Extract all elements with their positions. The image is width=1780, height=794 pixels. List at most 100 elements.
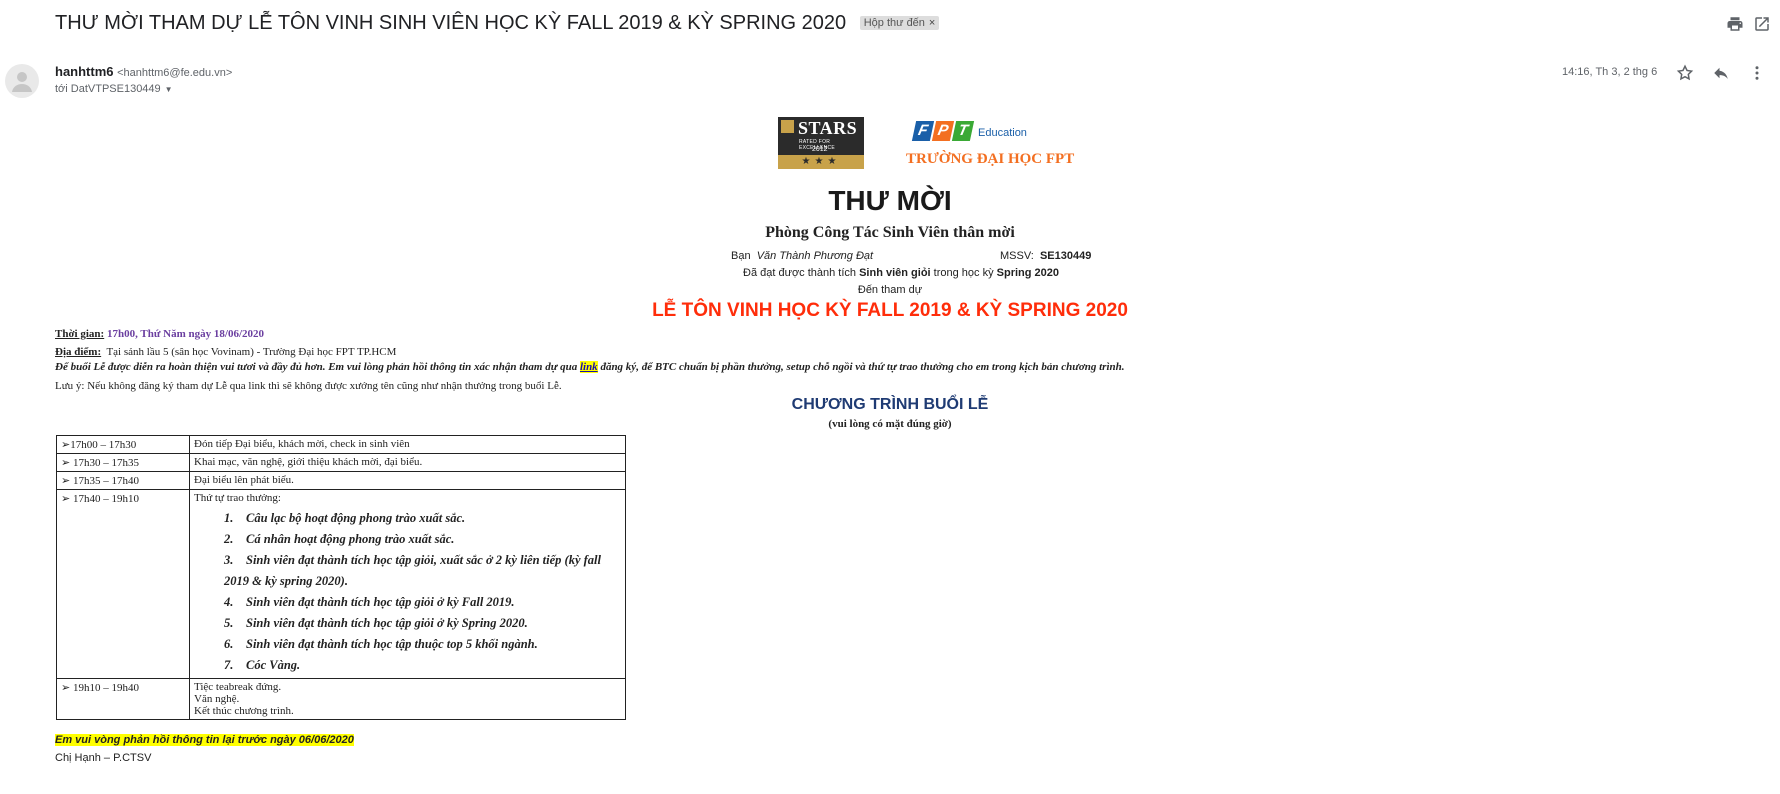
list-item: 2. Cá nhân hoạt động phong trào xuất sắc.	[224, 529, 621, 550]
schedule-table: ➢17h00 – 17h30 Đón tiếp Đại biểu, khách …	[56, 435, 626, 720]
note-line: Lưu ý: Nếu không đăng ký tham dự Lễ qua …	[55, 380, 562, 392]
reply-icon[interactable]	[1711, 63, 1731, 83]
student-line: Bạn Văn Thành Phương Đạt	[731, 250, 873, 262]
inbox-label-text: Hộp thư đến	[863, 17, 925, 29]
request-line: Để buổi Lễ được diễn ra hoàn thiện vui t…	[55, 361, 1125, 373]
award-text: Sinh viên đạt thành tích học tập giỏi ở …	[246, 616, 528, 630]
print-icon[interactable]	[1725, 14, 1745, 34]
stars-logo-text: STARS	[798, 118, 858, 138]
program-title: CHƯƠNG TRÌNH BUỔI LỄ	[791, 396, 989, 413]
stars-tag-icon	[781, 120, 794, 133]
fpt-education-text: Education	[978, 127, 1027, 139]
stars-logo-sub: RATED FOR EXCELLENCE	[799, 139, 836, 151]
award-text: Cá nhân hoạt động phong trào xuất sắc.	[246, 532, 455, 546]
sender-name[interactable]: hanhttm6	[55, 64, 114, 79]
award-text: Sinh viên đạt thành tích học tập thuộc t…	[246, 637, 538, 651]
term-value: Spring 2020	[996, 267, 1060, 279]
mssv-value: SE130449	[1039, 250, 1092, 262]
subject-text: THƯ MỜI THAM DỰ LỄ TÔN VINH SINH VIÊN HỌ…	[55, 12, 847, 34]
recipient-text: tới DatVTPSE130449	[55, 83, 161, 95]
mssv-label: MSSV:	[1000, 250, 1034, 262]
request-before: Để buổi Lễ được diễn ra hoàn thiện vui t…	[55, 361, 578, 373]
table-row: ➢ 17h30 – 17h35 Khai mạc, văn nghệ, giới…	[56, 453, 626, 472]
open-new-window-icon[interactable]	[1752, 14, 1772, 34]
time-label: Thời gian:	[55, 328, 105, 340]
table-row: ➢ 19h10 – 19h40 Tiệc teabreak đứng. Văn …	[56, 678, 626, 720]
activity-line: Tiệc teabreak đứng.	[194, 681, 282, 693]
achievement-value: Sinh viên giỏi	[859, 267, 931, 279]
award-number: 2.	[224, 532, 234, 546]
list-item: 3. Sinh viên đạt thành tích học tập giỏi,…	[224, 550, 621, 592]
student-name: Văn Thành Phương Đạt	[756, 250, 874, 262]
list-item: 4. Sinh viên đạt thành tích học tập giỏi …	[224, 592, 621, 613]
fpt-education-logo: FPT Education TRƯỜNG ĐẠI HỌC FPT	[906, 117, 1074, 171]
fpt-wordmark: FPT	[911, 121, 975, 143]
schedule-activity: Khai mạc, văn nghệ, giới thiệu khách mời…	[189, 453, 626, 472]
more-vert-icon[interactable]	[1747, 63, 1767, 83]
schedule-time: ➢ 17h30 – 17h35	[56, 453, 190, 472]
time-value: 17h00, Thứ Năm ngày 18/06/2020	[106, 328, 265, 340]
place-line: Địa điểm: Tại sảnh lầu 5 (sân học Vovina…	[55, 346, 396, 358]
award-text: Sinh viên đạt thành tích học tập giỏi ở …	[246, 595, 515, 609]
remove-label-icon[interactable]: ×	[929, 17, 935, 29]
register-link[interactable]: link	[579, 361, 598, 373]
achievement-line: Đã đạt được thành tích Sinh viên giỏi tr…	[743, 267, 1059, 279]
event-title: LỄ TÔN VINH HỌC KỲ FALL 2019 & KỲ SPRING…	[652, 300, 1128, 321]
schedule-time: ➢ 17h35 – 17h40	[56, 471, 190, 490]
sender-email: <hanhttm6@fe.edu.vn>	[117, 67, 233, 79]
awards-heading: Thứ tự trao thưởng:	[194, 492, 281, 504]
award-number: 7.	[224, 658, 234, 672]
achievement-prefix: Đã đạt được thành tích	[743, 267, 857, 279]
ban-label: Bạn	[731, 250, 751, 262]
schedule-time: ➢ 17h40 – 19h10	[56, 489, 190, 679]
schedule-activity: Đại biểu lên phát biểu.	[189, 471, 626, 490]
list-item: 5. Sinh viên đạt thành tích học tập giỏi …	[224, 613, 621, 634]
sender: hanhttm6 <hanhttm6@fe.edu.vn>	[55, 64, 232, 79]
award-number: 4.	[224, 595, 234, 609]
stars-logo-year: 2012	[812, 146, 828, 153]
time-line: Thời gian: 17h00, Thứ Năm ngày 18/06/202…	[55, 328, 264, 340]
table-row: ➢ 17h35 – 17h40 Đại biểu lên phát biểu.	[56, 471, 626, 490]
dropdown-caret-icon[interactable]: ▼	[165, 85, 173, 94]
fpt-university-name: TRƯỜNG ĐẠI HỌC FPT	[906, 151, 1075, 167]
award-number: 6.	[224, 637, 234, 651]
schedule-time: ➢ 19h10 – 19h40	[56, 678, 190, 720]
inbox-label-chip[interactable]: Hộp thư đến ×	[859, 16, 940, 30]
program-subtitle: (vui lòng có mặt đúng giờ)	[828, 418, 952, 430]
email-subject: THƯ MỜI THAM DỰ LỄ TÔN VINH SINH VIÊN HỌ…	[55, 12, 940, 35]
avatar-icon[interactable]	[5, 64, 39, 98]
signature: Chị Hạnh – P.CTSV	[55, 752, 152, 764]
award-number: 1.	[224, 511, 234, 525]
activity-line: Kết thúc chương trình.	[194, 705, 294, 717]
place-label: Địa điểm:	[55, 346, 102, 358]
mssv-line: MSSV: SE130449	[1000, 250, 1091, 262]
schedule-activity: Đón tiếp Đại biểu, khách mời, check in s…	[189, 435, 626, 454]
schedule-activity: Thứ tự trao thưởng: 1. Câu lạc bộ hoạt độ…	[189, 489, 626, 679]
schedule-time: ➢17h00 – 17h30	[56, 435, 190, 454]
email-timestamp: 14:16, Th 3, 2 thg 6	[1562, 66, 1658, 78]
table-row: ➢ 17h40 – 19h10 Thứ tự trao thưởng: 1. Câ…	[56, 489, 626, 679]
awards-list: 1. Câu lạc bộ hoạt động phong trào xuất s…	[224, 508, 621, 676]
stars-logo: STARS RATED FOR EXCELLENCE 2012 ★★★	[778, 117, 864, 169]
award-text: Cóc Vàng.	[246, 658, 301, 672]
fpt-letter-f: F	[911, 121, 935, 141]
table-row: ➢17h00 – 17h30 Đón tiếp Đại biểu, khách …	[56, 435, 626, 454]
list-item: 7. Cóc Vàng.	[224, 655, 621, 676]
term-prefix: trong học kỳ	[933, 267, 994, 279]
star-icon[interactable]	[1675, 63, 1695, 83]
fpt-letter-t: T	[951, 121, 975, 141]
place-value: Tại sảnh lầu 5 (sân học Vovinam) - Trườn…	[106, 346, 397, 358]
org-line: Phòng Công Tác Sinh Viên thân mời	[765, 224, 1015, 241]
stars-rating: ★★★	[778, 155, 864, 169]
award-text: Sinh viên đạt thành tích học tập giỏi, x…	[224, 553, 601, 588]
fpt-letter-p: P	[931, 121, 955, 141]
deadline-note: Em vui vòng phản hồi thông tin lại trước…	[55, 734, 354, 746]
request-after: đăng ký, để BTC chuẩn bị phần thưởng, se…	[600, 361, 1125, 373]
recipient[interactable]: tới DatVTPSE130449 ▼	[55, 83, 173, 95]
schedule-activity: Tiệc teabreak đứng. Văn nghệ. Kết thúc c…	[189, 678, 626, 720]
attend-line: Đến tham dự	[857, 284, 923, 296]
list-item: 1. Câu lạc bộ hoạt động phong trào xuất s…	[224, 508, 621, 529]
award-number: 3.	[224, 553, 234, 567]
award-number: 5.	[224, 616, 234, 630]
award-text: Câu lạc bộ hoạt động phong trào xuất sắc…	[246, 511, 466, 525]
